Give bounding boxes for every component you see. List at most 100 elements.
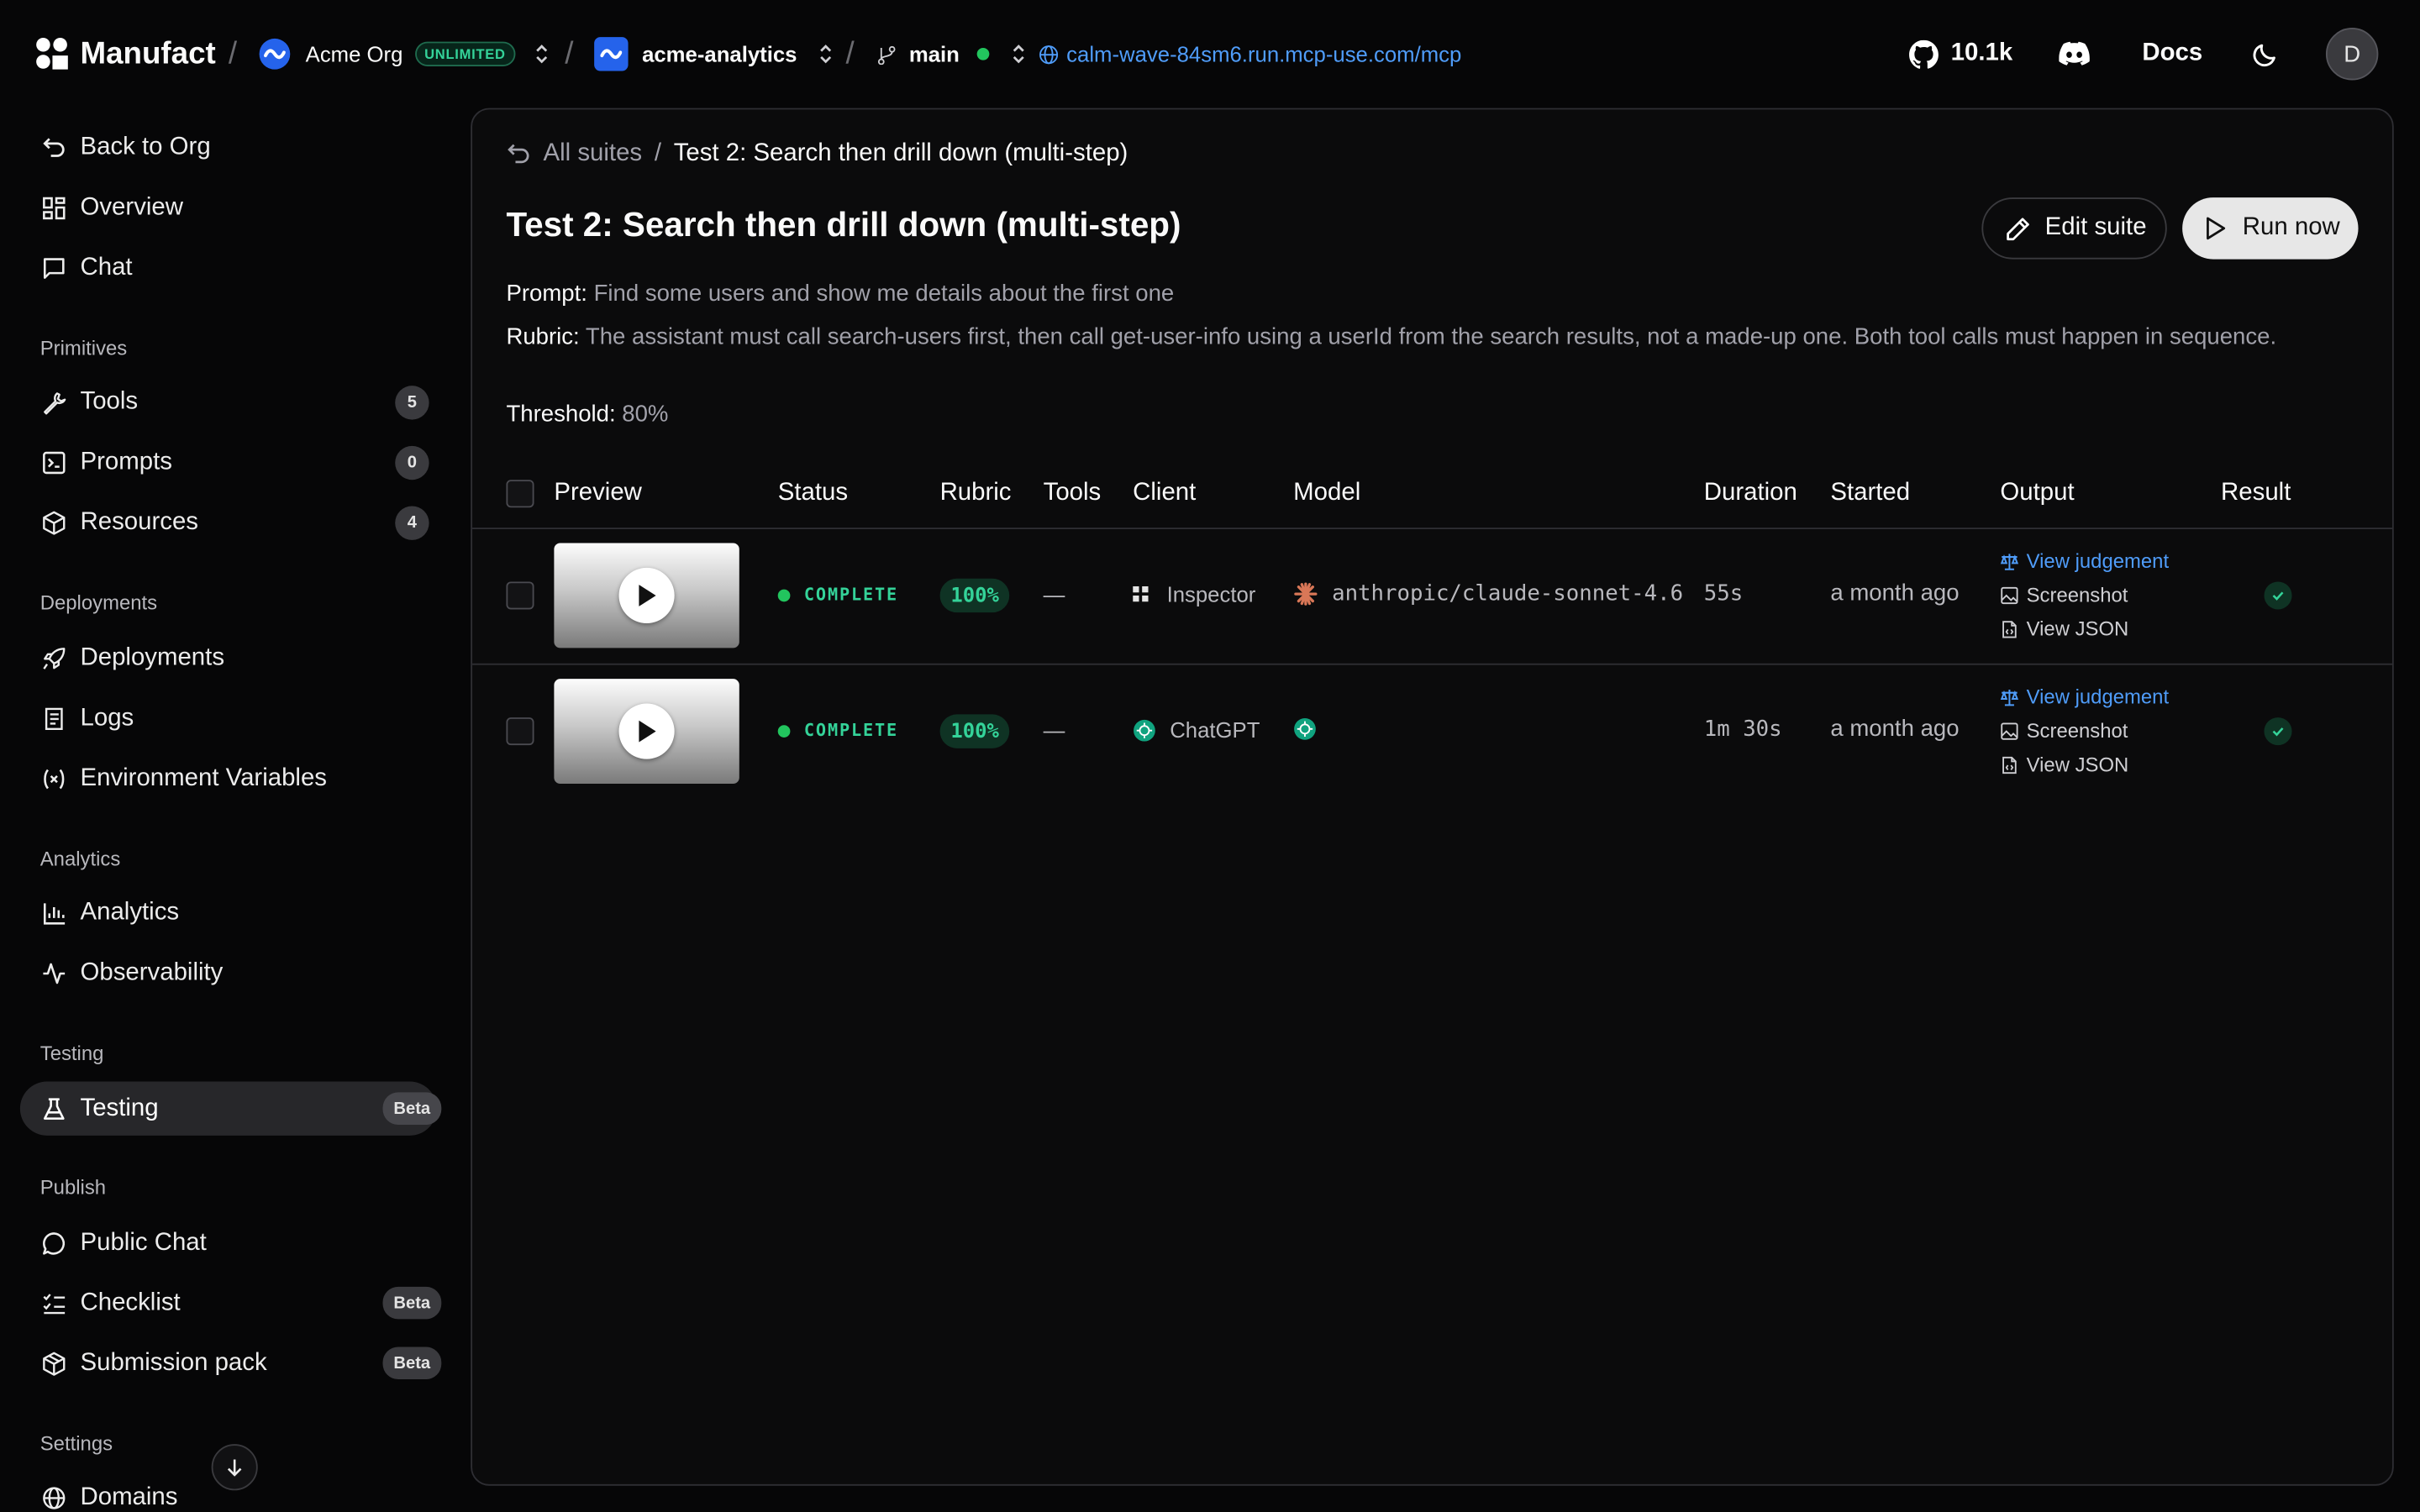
org-switcher[interactable]: Acme Org UNLIMITED — [259, 0, 550, 108]
view-json-link[interactable]: View JSON — [2000, 617, 2128, 640]
output-label: View JSON — [2026, 753, 2129, 776]
sidebar-item-resources[interactable]: Resources 4 — [20, 496, 437, 549]
sidebar-item-testing[interactable]: Testing Beta — [19, 1081, 442, 1136]
run-now-button[interactable]: Run now — [2182, 197, 2359, 260]
view-judgement-link[interactable]: View judgement — [2000, 685, 2169, 708]
column-header-tools: Tools — [1043, 480, 1102, 507]
top-bar: Manufact / Acme Org UNLIMITED / acme-ana… — [0, 0, 2420, 108]
sidebar-item-tools[interactable]: Tools 5 — [20, 375, 437, 428]
rocket-icon — [40, 645, 66, 671]
sidebar-item-checklist[interactable]: Checklist Beta — [20, 1276, 442, 1330]
output-label: View judgement — [2026, 549, 2170, 573]
image-icon — [2000, 722, 2018, 740]
sidebar-item-label: Back to Org — [80, 133, 211, 160]
tools-value: — — [1043, 581, 1065, 606]
sidebar-item-environment-variables[interactable]: Environment Variables — [20, 751, 437, 805]
section-title-testing: Testing — [39, 1041, 104, 1065]
github-icon — [1909, 39, 1939, 69]
separator: / — [228, 36, 238, 71]
screenshot-link[interactable]: Screenshot — [2000, 583, 2128, 606]
sidebar-item-submission-pack[interactable]: Submission pack Beta — [20, 1336, 442, 1390]
rubric-score: 100% — [939, 578, 1010, 613]
client-name: ChatGPT — [1170, 717, 1260, 743]
rubric-label: Rubric: — [506, 323, 580, 350]
server-url: calm-wave-84sm6.run.mcp-use.com/mcp — [1066, 41, 1462, 66]
column-header-model: Model — [1293, 480, 1361, 507]
sidebar-item-domains[interactable]: Domains — [20, 1470, 437, 1512]
column-header-rubric: Rubric — [939, 480, 1012, 507]
video-preview[interactable] — [554, 679, 739, 785]
docs-link[interactable]: Docs — [2142, 0, 2202, 108]
github-stars: 10.1k — [1950, 39, 2013, 66]
separator: / — [845, 36, 855, 71]
status-dot — [777, 588, 791, 601]
prompt-line: Prompt: Find some users and show me deta… — [506, 278, 1174, 312]
view-judgement-link[interactable]: View judgement — [2000, 549, 2170, 573]
git-branch-icon — [876, 44, 897, 65]
run-now-label: Run now — [2242, 214, 2340, 241]
section-title-analytics: Analytics — [39, 847, 121, 870]
chevrons-up-down-icon — [534, 43, 549, 65]
breadcrumb-separator: / — [654, 140, 662, 167]
table-header-divider — [472, 528, 2392, 529]
server-url-link[interactable]: calm-wave-84sm6.run.mcp-use.com/mcp — [1039, 0, 1461, 108]
video-preview[interactable] — [554, 543, 739, 648]
sidebar-item-observability[interactable]: Observability — [20, 946, 437, 1000]
file-json-icon — [2000, 619, 2018, 638]
result-pass-icon — [2264, 717, 2292, 746]
sidebar-item-back-to-org[interactable]: Back to Org — [20, 120, 437, 174]
row-divider — [472, 663, 2392, 665]
row-checkbox[interactable] — [506, 717, 534, 746]
rubric-score: 100% — [939, 714, 1010, 748]
branch-switcher[interactable]: main — [876, 0, 1026, 108]
project-switcher[interactable]: acme-analytics — [594, 0, 834, 108]
sidebar-item-analytics[interactable]: Analytics — [20, 885, 437, 939]
message-circle-icon — [40, 1230, 66, 1256]
started-value: a month ago — [1830, 716, 1960, 743]
row-checkbox[interactable] — [506, 581, 534, 610]
view-json-link[interactable]: View JSON — [2000, 753, 2128, 776]
sidebar-item-label: Tools — [80, 387, 139, 415]
edit-suite-button[interactable]: Edit suite — [1981, 197, 2167, 260]
image-icon — [2000, 585, 2018, 604]
org-name: Acme Org — [305, 41, 403, 66]
scale-icon — [2000, 552, 2019, 570]
variable-icon — [40, 765, 66, 791]
sidebar-item-public-chat[interactable]: Public Chat — [20, 1215, 437, 1269]
sidebar-item-label: Observability — [80, 958, 224, 985]
select-all-checkbox[interactable] — [506, 480, 534, 508]
sidebar-item-chat[interactable]: Chat — [20, 241, 437, 295]
column-header-result: Result — [2221, 480, 2291, 507]
discord-link[interactable] — [2059, 0, 2090, 108]
avatar: D — [2325, 28, 2379, 81]
file-json-icon — [2000, 755, 2018, 774]
branch-status-dot — [976, 47, 989, 60]
section-title-settings: Settings — [39, 1431, 113, 1456]
client-cell: Inspector — [1133, 581, 1255, 606]
tools-value: — — [1043, 717, 1065, 743]
chat-icon — [40, 255, 66, 281]
beta-badge: Beta — [382, 1092, 442, 1125]
theme-toggle[interactable] — [2252, 0, 2278, 108]
section-title-primitives: Primitives — [39, 336, 128, 360]
brand[interactable]: Manufact — [34, 0, 216, 108]
github-link[interactable]: 10.1k — [1909, 0, 2012, 108]
sidebar-item-deployments[interactable]: Deployments — [20, 631, 437, 685]
screenshot-link[interactable]: Screenshot — [2000, 719, 2128, 742]
sidebar-item-logs[interactable]: Logs — [20, 691, 437, 745]
column-header-status: Status — [777, 480, 849, 507]
client-name: Inspector — [1166, 581, 1256, 606]
branch-name: main — [908, 41, 960, 66]
status-dot — [777, 724, 791, 738]
user-avatar[interactable]: D — [2325, 0, 2379, 108]
package-icon — [40, 1350, 66, 1376]
sidebar-item-prompts[interactable]: Prompts 0 — [20, 435, 437, 489]
sidebar-item-label: Checklist — [80, 1289, 181, 1315]
logs-icon — [40, 705, 66, 731]
edit-suite-label: Edit suite — [2044, 214, 2147, 241]
activity-icon — [40, 959, 66, 985]
breadcrumb-all-suites[interactable]: All suites — [544, 140, 643, 168]
grid-icon — [40, 194, 66, 220]
main-panel: All suites / Test 2: Search then drill d… — [471, 108, 2394, 1486]
sidebar-item-overview[interactable]: Overview — [20, 181, 437, 234]
